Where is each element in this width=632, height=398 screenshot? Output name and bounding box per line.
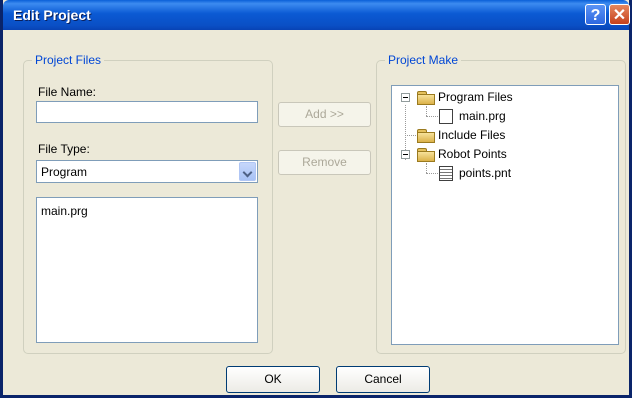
project-make-group: Project Make Program Files main.prg Incl… xyxy=(376,53,626,354)
project-tree[interactable]: Program Files main.prg Include Files Rob… xyxy=(391,85,619,345)
title-bar[interactable]: Edit Project ? ✕ xyxy=(3,0,630,30)
tree-connector xyxy=(426,116,438,117)
collapse-toggle-icon[interactable] xyxy=(401,93,410,102)
edit-project-dialog: Edit Project ? ✕ Project Files File Name… xyxy=(0,0,632,398)
program-file-icon xyxy=(439,109,453,124)
tree-node-program-files[interactable]: Program Files xyxy=(438,89,513,105)
collapse-toggle-icon[interactable] xyxy=(401,150,410,159)
file-type-select[interactable]: Program xyxy=(36,160,258,183)
ok-button[interactable]: OK xyxy=(226,366,320,393)
folder-open-icon xyxy=(417,91,435,105)
tree-connector xyxy=(426,173,438,174)
tree-node-robot-points[interactable]: Robot Points xyxy=(438,146,507,162)
folder-open-icon xyxy=(417,148,435,162)
file-name-label: File Name: xyxy=(38,85,97,99)
project-files-group: Project Files File Name: File Type: Prog… xyxy=(23,53,273,354)
tree-connector xyxy=(426,106,427,116)
window-title: Edit Project xyxy=(13,7,91,23)
remove-button[interactable]: Remove xyxy=(278,150,371,175)
project-make-legend: Project Make xyxy=(385,53,462,67)
tree-node-points-pnt[interactable]: points.pnt xyxy=(459,165,511,181)
tree-node-main-prg[interactable]: main.prg xyxy=(459,108,506,124)
tree-node-include-files[interactable]: Include Files xyxy=(438,127,505,143)
files-list[interactable]: main.prg xyxy=(36,197,258,343)
folder-icon xyxy=(417,129,435,143)
project-files-legend: Project Files xyxy=(32,53,105,67)
add-button[interactable]: Add >> xyxy=(278,102,371,127)
tree-connector xyxy=(426,163,427,173)
list-item[interactable]: main.prg xyxy=(41,204,88,218)
help-button[interactable]: ? xyxy=(585,4,606,25)
file-name-input[interactable] xyxy=(36,101,258,123)
cancel-button[interactable]: Cancel xyxy=(336,366,430,393)
close-button[interactable]: ✕ xyxy=(609,4,630,25)
points-file-icon xyxy=(439,166,453,181)
chevron-down-icon[interactable] xyxy=(239,162,256,181)
file-type-label: File Type: xyxy=(38,142,90,156)
file-type-value: Program xyxy=(41,165,88,179)
